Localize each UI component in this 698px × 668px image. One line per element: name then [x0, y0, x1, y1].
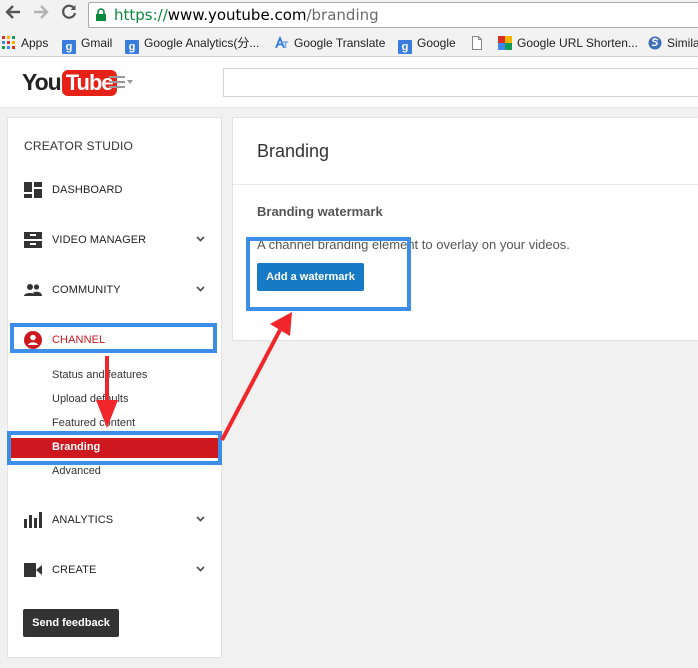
arrow-left-icon	[5, 5, 20, 19]
sub-item-label: Branding	[52, 441, 101, 453]
similar-icon	[648, 36, 662, 50]
youtube-header: You Tube	[0, 57, 698, 108]
sidebar-item-analytics[interactable]: ANALYTICS	[8, 505, 221, 535]
guide-menu-icon[interactable]	[109, 76, 125, 88]
forward-button[interactable]	[30, 3, 52, 25]
bookmark-label: Simila	[667, 36, 698, 50]
section-description: A channel branding element to overlay on…	[257, 237, 570, 252]
card-divider	[233, 184, 698, 185]
create-icon	[24, 563, 42, 577]
sub-item-advanced[interactable]: Advanced	[52, 465, 101, 477]
bookmark-apps[interactable]: Apps	[2, 34, 48, 52]
sidebar-item-label: CREATE	[52, 564, 97, 576]
guide-caret-icon[interactable]	[127, 80, 133, 84]
search-input[interactable]	[223, 68, 698, 97]
bookmark-gmail[interactable]: g Gmail	[62, 34, 113, 54]
translate-icon	[275, 36, 288, 49]
bookmark-google-analytics[interactable]: g Google Analytics(分...	[125, 34, 260, 54]
logo-you: You	[22, 69, 62, 95]
bookmarks-bar: Apps g Gmail g Google Analytics(分... Googl…	[0, 32, 698, 54]
sidebar-item-label: ANALYTICS	[52, 514, 114, 526]
bookmark-label: Apps	[21, 36, 49, 50]
bookmark-label: Google	[417, 36, 456, 50]
community-icon	[24, 284, 42, 296]
reload-icon	[62, 4, 77, 19]
bookmark-page[interactable]	[470, 34, 489, 52]
channel-icon	[24, 331, 42, 349]
bookmark-similar[interactable]: Simila	[648, 34, 698, 52]
section-title: Branding watermark	[257, 204, 383, 219]
sidebar-item-label: CHANNEL	[52, 334, 106, 346]
sub-item-featured-content[interactable]: Featured content	[52, 417, 135, 429]
chevron-down-icon[interactable]	[196, 286, 205, 292]
bookmark-label: Google Analytics(分...	[144, 36, 260, 50]
chevron-down-icon[interactable]	[196, 236, 205, 242]
chevron-down-icon[interactable]	[196, 566, 205, 572]
url-host: www.youtube.com	[167, 6, 307, 24]
sidebar-item-dashboard[interactable]: DASHBOARD	[8, 175, 221, 205]
video-manager-icon	[24, 232, 42, 248]
branding-card: Branding Branding watermark A channel br…	[232, 117, 698, 341]
google-icon: g	[62, 40, 76, 54]
sidebar-item-video-manager[interactable]: VIDEO MANAGER	[8, 225, 221, 255]
bookmark-google-translate[interactable]: Google Translate	[275, 34, 385, 52]
url-text: https://www.youtube.com/branding	[114, 6, 379, 24]
bookmark-google[interactable]: g Google	[398, 34, 456, 54]
sidebar-item-label: COMMUNITY	[52, 284, 121, 296]
sidebar-item-create[interactable]: CREATE	[8, 555, 221, 585]
reload-button[interactable]	[58, 3, 80, 25]
chevron-down-icon[interactable]	[196, 516, 205, 522]
bookmark-google-url-shortener[interactable]: Google URL Shorten...	[498, 34, 638, 52]
sidebar-item-channel[interactable]: CHANNEL	[8, 325, 221, 355]
google-color-icon	[498, 36, 512, 50]
sub-item-branding[interactable]: Branding	[10, 438, 219, 458]
sub-item-upload-defaults[interactable]: Upload defaults	[52, 393, 128, 405]
url-scheme: https://	[114, 6, 168, 24]
google-icon: g	[125, 40, 139, 54]
google-icon: g	[398, 40, 412, 54]
creator-studio-sidebar: CREATOR STUDIO DASHBOARD VIDEO MANAGER C…	[7, 117, 222, 658]
address-bar[interactable]: https://www.youtube.com/branding	[88, 2, 698, 28]
sidebar-item-community[interactable]: COMMUNITY	[8, 275, 221, 305]
url-path: /branding	[306, 6, 379, 24]
creator-studio-title: CREATOR STUDIO	[24, 139, 134, 153]
bookmark-label: Google Translate	[294, 36, 386, 50]
sub-item-status-and-features[interactable]: Status and features	[52, 369, 147, 381]
arrow-right-icon	[34, 5, 49, 19]
dashboard-icon	[24, 182, 42, 198]
youtube-logo[interactable]: You Tube	[22, 69, 117, 96]
sidebar-item-label: VIDEO MANAGER	[52, 234, 147, 246]
browser-chrome: https://www.youtube.com/branding Apps gG…	[0, 0, 698, 57]
bookmark-label: Gmail	[81, 36, 113, 50]
apps-grid-icon	[2, 36, 15, 49]
back-button[interactable]	[2, 3, 24, 25]
add-watermark-button[interactable]: Add a watermark	[257, 263, 364, 291]
bookmark-label: Google URL Shorten...	[517, 36, 638, 50]
analytics-icon	[24, 512, 42, 528]
sidebar-item-label: DASHBOARD	[52, 184, 123, 196]
page-icon	[472, 36, 482, 50]
send-feedback-button[interactable]: Send feedback	[23, 609, 119, 637]
lock-icon	[96, 8, 106, 21]
page-title: Branding	[257, 141, 330, 161]
